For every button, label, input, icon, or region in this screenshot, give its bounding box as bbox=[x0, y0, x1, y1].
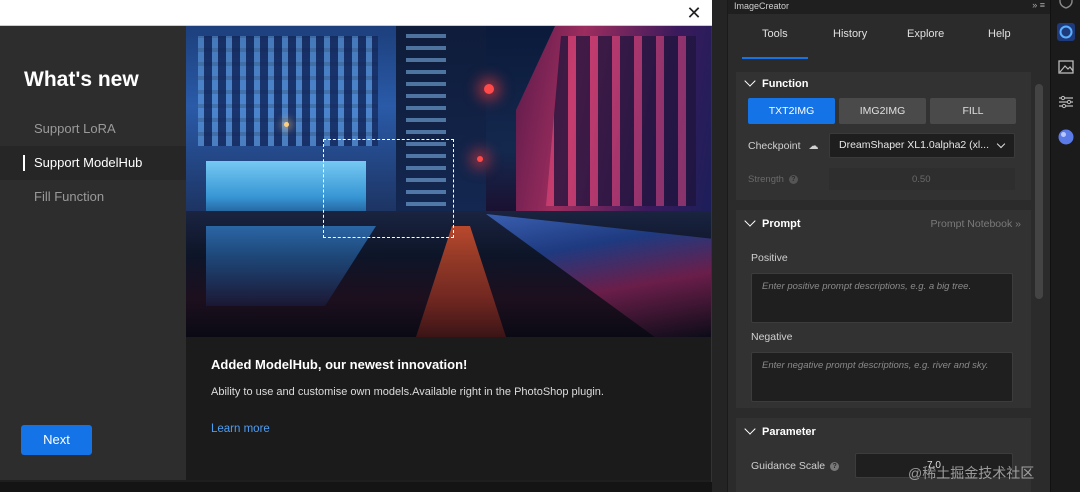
function-heading-label: Function bbox=[762, 78, 809, 90]
guidance-scale-label: Guidance Scale? bbox=[751, 460, 840, 472]
parameter-heading[interactable]: Parameter bbox=[744, 423, 816, 438]
nav-item-support-lora[interactable]: Support LoRA bbox=[0, 112, 186, 146]
dialog-heading: What's new bbox=[24, 68, 139, 91]
image-icon[interactable] bbox=[1057, 58, 1075, 76]
guidance-scale-label-text: Guidance Scale bbox=[751, 460, 826, 472]
txt2img-button[interactable]: TXT2IMG bbox=[748, 98, 835, 124]
whats-new-dialog: ✕ What's new Support LoRA Support ModelH… bbox=[0, 0, 712, 492]
panel-gap bbox=[712, 0, 727, 492]
negative-prompt-input[interactable]: Enter negative prompt descriptions, e.g.… bbox=[751, 352, 1013, 402]
strength-value: 0.50 bbox=[912, 174, 931, 185]
tab-explore[interactable]: Explore bbox=[907, 28, 944, 40]
panel-menu-icon[interactable]: » ≡ bbox=[1032, 0, 1045, 10]
cloud-icon: ☁ bbox=[808, 141, 819, 152]
img2img-button[interactable]: IMG2IMG bbox=[839, 98, 926, 124]
positive-prompt-input[interactable]: Enter positive prompt descriptions, e.g.… bbox=[751, 273, 1013, 323]
streetlight bbox=[284, 122, 289, 127]
checkpoint-value: DreamShaper XL1.0alpha2 (xl... bbox=[839, 139, 989, 151]
building-left-windows bbox=[198, 36, 378, 146]
tab-help[interactable]: Help bbox=[988, 28, 1011, 40]
panel-scrollbar[interactable] bbox=[1035, 84, 1043, 299]
tool-strip bbox=[1050, 0, 1080, 492]
feature-title: Added ModelHub, our newest innovation! bbox=[211, 357, 468, 372]
tab-tools[interactable]: Tools bbox=[742, 28, 808, 59]
dialog-sidebar: What's new Support LoRA Support ModelHub… bbox=[0, 26, 186, 480]
fill-button[interactable]: FILL bbox=[930, 98, 1016, 124]
screen: ✕ What's new Support LoRA Support ModelH… bbox=[0, 0, 1080, 492]
dialog-body: Added ModelHub, our newest innovation! A… bbox=[186, 337, 711, 480]
learn-more-link[interactable]: Learn more bbox=[211, 423, 270, 435]
prompt-notebook-link[interactable]: Prompt Notebook » bbox=[931, 218, 1021, 230]
panel-tabs: Tools History Explore Help bbox=[728, 14, 1051, 59]
streetlight bbox=[477, 156, 483, 162]
strength-label: Strength? bbox=[748, 174, 798, 185]
feature-description: Ability to use and customise own models.… bbox=[211, 386, 604, 398]
chevron-down-icon bbox=[996, 139, 1006, 149]
help-icon: ? bbox=[830, 461, 840, 471]
streetlight bbox=[484, 84, 494, 94]
adjustments-icon[interactable] bbox=[1057, 93, 1075, 111]
checkpoint-label: Checkpoint ☁ bbox=[748, 140, 818, 152]
next-button[interactable]: Next bbox=[21, 425, 92, 455]
prompt-heading[interactable]: Prompt bbox=[744, 215, 801, 230]
prompt-heading-label: Prompt bbox=[762, 218, 801, 230]
watermark: @稀土掘金技术社区 bbox=[908, 465, 1035, 481]
nav-item-support-modelhub[interactable]: Support ModelHub bbox=[0, 146, 186, 180]
building-right-windows bbox=[546, 36, 696, 206]
strength-label-text: Strength bbox=[748, 174, 784, 185]
tab-history[interactable]: History bbox=[833, 28, 867, 40]
close-icon[interactable]: ✕ bbox=[684, 3, 704, 23]
shield-icon[interactable] bbox=[1057, 0, 1075, 10]
chevron-down-icon bbox=[744, 423, 756, 435]
dialog-titlebar: ✕ bbox=[0, 0, 712, 26]
dialog-bottom-edge bbox=[0, 482, 712, 492]
function-heading[interactable]: Function bbox=[744, 75, 809, 90]
image-creator-icon[interactable] bbox=[1057, 23, 1075, 41]
parameter-heading-label: Parameter bbox=[762, 426, 816, 438]
image-creator-panel: ImageCreator » ≡ Tools History Explore H… bbox=[727, 0, 1051, 492]
nav-item-fill-function[interactable]: Fill Function bbox=[0, 180, 186, 214]
checkpoint-label-text: Checkpoint bbox=[748, 140, 801, 152]
panel-header: ImageCreator » ≡ bbox=[728, 0, 1051, 14]
sphere-icon[interactable] bbox=[1057, 128, 1075, 146]
positive-label: Positive bbox=[751, 252, 788, 264]
hero-image bbox=[186, 26, 711, 337]
panel-title: ImageCreator bbox=[734, 1, 790, 11]
chevron-down-icon bbox=[744, 75, 756, 87]
selection-marquee bbox=[323, 139, 454, 238]
checkpoint-select[interactable]: DreamShaper XL1.0alpha2 (xl... bbox=[829, 133, 1015, 158]
negative-label: Negative bbox=[751, 331, 793, 343]
chevron-down-icon bbox=[744, 215, 756, 227]
help-icon: ? bbox=[788, 174, 798, 184]
